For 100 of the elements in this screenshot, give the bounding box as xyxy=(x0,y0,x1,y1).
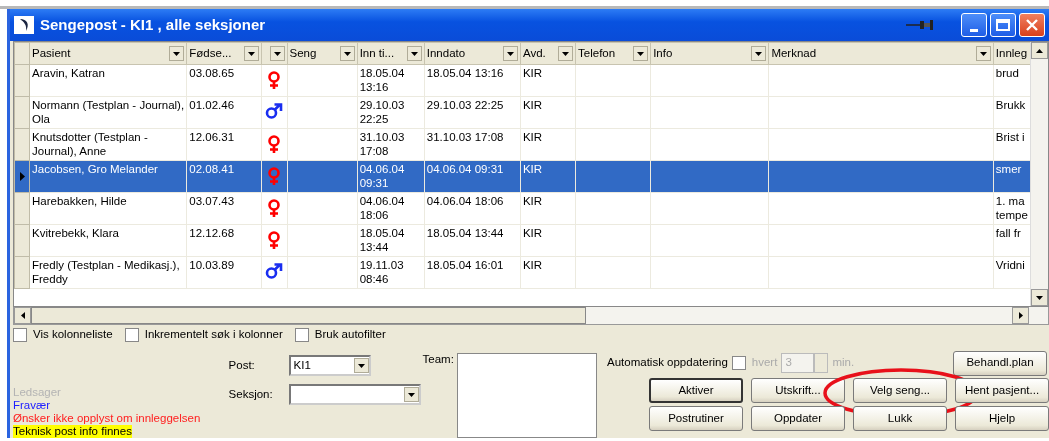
dropdown-button[interactable] xyxy=(558,46,574,61)
row-pointer-icon xyxy=(20,172,25,181)
button[interactable]: Oppdater xyxy=(751,406,845,431)
scroll-right-button[interactable] xyxy=(1012,307,1029,324)
checkbox[interactable] xyxy=(294,328,309,342)
dropdown-button[interactable] xyxy=(169,46,185,61)
table-cell: Brist i xyxy=(995,131,1025,143)
dropdown-button[interactable] xyxy=(406,46,422,61)
table-cell: 04.06.04 09:31 xyxy=(359,163,405,189)
caret-down-icon xyxy=(979,51,987,56)
section-dropdown[interactable] xyxy=(288,384,421,405)
caret-down-icon xyxy=(273,51,281,56)
table-cell: Vridni xyxy=(995,259,1025,271)
table-cell: KIR xyxy=(522,131,543,143)
field-label: Post: xyxy=(228,357,256,373)
caret-down-icon xyxy=(357,363,365,368)
window-title: Sengepost - KI1 , alle seksjoner xyxy=(40,14,267,35)
table-cell: 1. ma tempe xyxy=(995,195,1028,221)
scroll-left-button[interactable] xyxy=(14,307,31,324)
dropdown-button[interactable] xyxy=(339,46,355,61)
table-cell: Fredly (Testplan - Medikasj.), Freddy xyxy=(32,259,180,285)
table-cell: 18.05.04 13:44 xyxy=(426,227,504,239)
vertical-scrollbar[interactable] xyxy=(1030,42,1048,306)
checkbox-label[interactable]: Inkrementelt søk i kolonner xyxy=(144,326,283,344)
dropdown-button[interactable] xyxy=(244,46,260,61)
scroll-down-button[interactable] xyxy=(1031,289,1048,306)
dropdown-button[interactable] xyxy=(975,46,991,61)
column-header[interactable]: Innleg xyxy=(995,44,1028,63)
table-cell: Jacobsen, Gro Melander xyxy=(32,163,158,175)
button[interactable]: Behandl.plan xyxy=(953,350,1047,376)
field-label: Automatisk oppdatering xyxy=(607,355,728,371)
table-cell: 04.06.04 09:31 xyxy=(426,163,504,175)
caret-down-icon xyxy=(173,51,181,56)
caret-down-icon xyxy=(343,51,351,56)
table-cell: 18.05.04 13:16 xyxy=(359,67,405,93)
button[interactable]: Velg seng... xyxy=(853,378,947,403)
table-cell: KIR xyxy=(522,227,543,239)
legend-item: Ledsager xyxy=(13,386,62,399)
button[interactable]: Hjelp xyxy=(955,406,1049,431)
checkbox-label[interactable]: Bruk autofilter xyxy=(314,326,386,344)
table-cell: 12.12.68 xyxy=(189,227,235,239)
table-cell: 31.10.03 17:08 xyxy=(359,131,405,157)
scroll-thumb[interactable] xyxy=(31,307,586,324)
app-icon xyxy=(14,16,34,34)
table-cell: 01.02.46 xyxy=(189,99,235,111)
dropdown-button[interactable] xyxy=(353,358,369,373)
table-cell: KIR xyxy=(522,195,543,207)
minimize-button[interactable] xyxy=(961,13,987,37)
caret-up-icon xyxy=(1036,48,1043,53)
table-cell: 29.10.03 22:25 xyxy=(426,99,504,111)
maximize-icon xyxy=(996,19,1010,31)
table-cell: KIR xyxy=(522,67,543,79)
caret-down-icon xyxy=(1036,295,1043,300)
field-label: Team: xyxy=(422,352,455,367)
horizontal-scrollbar[interactable] xyxy=(13,307,1049,325)
table-cell: 19.11.03 08:46 xyxy=(359,259,404,285)
table-cell: 29.10.03 22:25 xyxy=(359,99,405,125)
dropdown-button[interactable] xyxy=(502,46,518,61)
button[interactable]: Lukk xyxy=(853,406,947,431)
checkbox[interactable] xyxy=(13,328,27,342)
table-cell: 12.06.31 xyxy=(189,131,235,143)
table-cell: 31.10.03 17:08 xyxy=(426,131,504,143)
table-cell: Knutsdotter (Testplan - Journal), Anne xyxy=(32,131,148,157)
table-cell: 04.06.04 18:06 xyxy=(359,195,405,221)
table-cell: 10.03.89 xyxy=(189,259,235,271)
dropdown-button[interactable] xyxy=(269,46,285,61)
dropdown-button[interactable] xyxy=(403,387,419,402)
button[interactable]: Aktiver xyxy=(649,378,743,403)
dropdown-button[interactable] xyxy=(633,46,649,61)
button[interactable]: Utskrift... xyxy=(751,378,845,403)
table-cell: 02.08.41 xyxy=(189,163,235,175)
column-header[interactable]: Merknad xyxy=(771,44,817,63)
column-header[interactable]: Info xyxy=(653,44,673,63)
caret-down-icon xyxy=(506,51,514,56)
table-cell: KIR xyxy=(522,99,543,111)
table-cell: Normann (Testplan - Journal), Ola xyxy=(32,99,185,125)
close-button[interactable] xyxy=(1019,13,1045,37)
team-list[interactable] xyxy=(456,353,597,438)
maximize-button[interactable] xyxy=(990,13,1016,37)
close-icon xyxy=(1026,19,1038,31)
caret-left-icon xyxy=(20,312,25,319)
button[interactable]: Hent pasjent... xyxy=(955,378,1049,403)
pin-icon[interactable] xyxy=(906,20,934,30)
table-cell: 03.07.43 xyxy=(189,195,235,207)
button[interactable]: Postrutiner xyxy=(649,406,743,431)
table-cell: 18.05.04 13:44 xyxy=(359,227,405,253)
table-cell: 18.05.04 16:01 xyxy=(426,259,504,271)
scroll-up-button[interactable] xyxy=(1031,42,1048,59)
table-cell: 04.06.04 18:06 xyxy=(426,195,504,207)
table-cell: 18.05.04 13:16 xyxy=(426,67,504,79)
post-dropdown[interactable]: KI1 xyxy=(288,355,371,376)
caret-down-icon xyxy=(410,51,418,56)
dropdown-button[interactable] xyxy=(751,46,767,61)
legend-item: Ønsker ikke opplyst om innleggelsen xyxy=(13,412,202,425)
caret-down-icon xyxy=(562,51,570,56)
table-cell: fall fr xyxy=(995,227,1021,239)
table-cell: Kvitrebekk, Klara xyxy=(32,227,119,239)
table-cell: smer xyxy=(995,163,1022,175)
checkbox-label[interactable]: Vis kolonneliste xyxy=(33,326,113,344)
checkbox[interactable] xyxy=(124,328,139,342)
